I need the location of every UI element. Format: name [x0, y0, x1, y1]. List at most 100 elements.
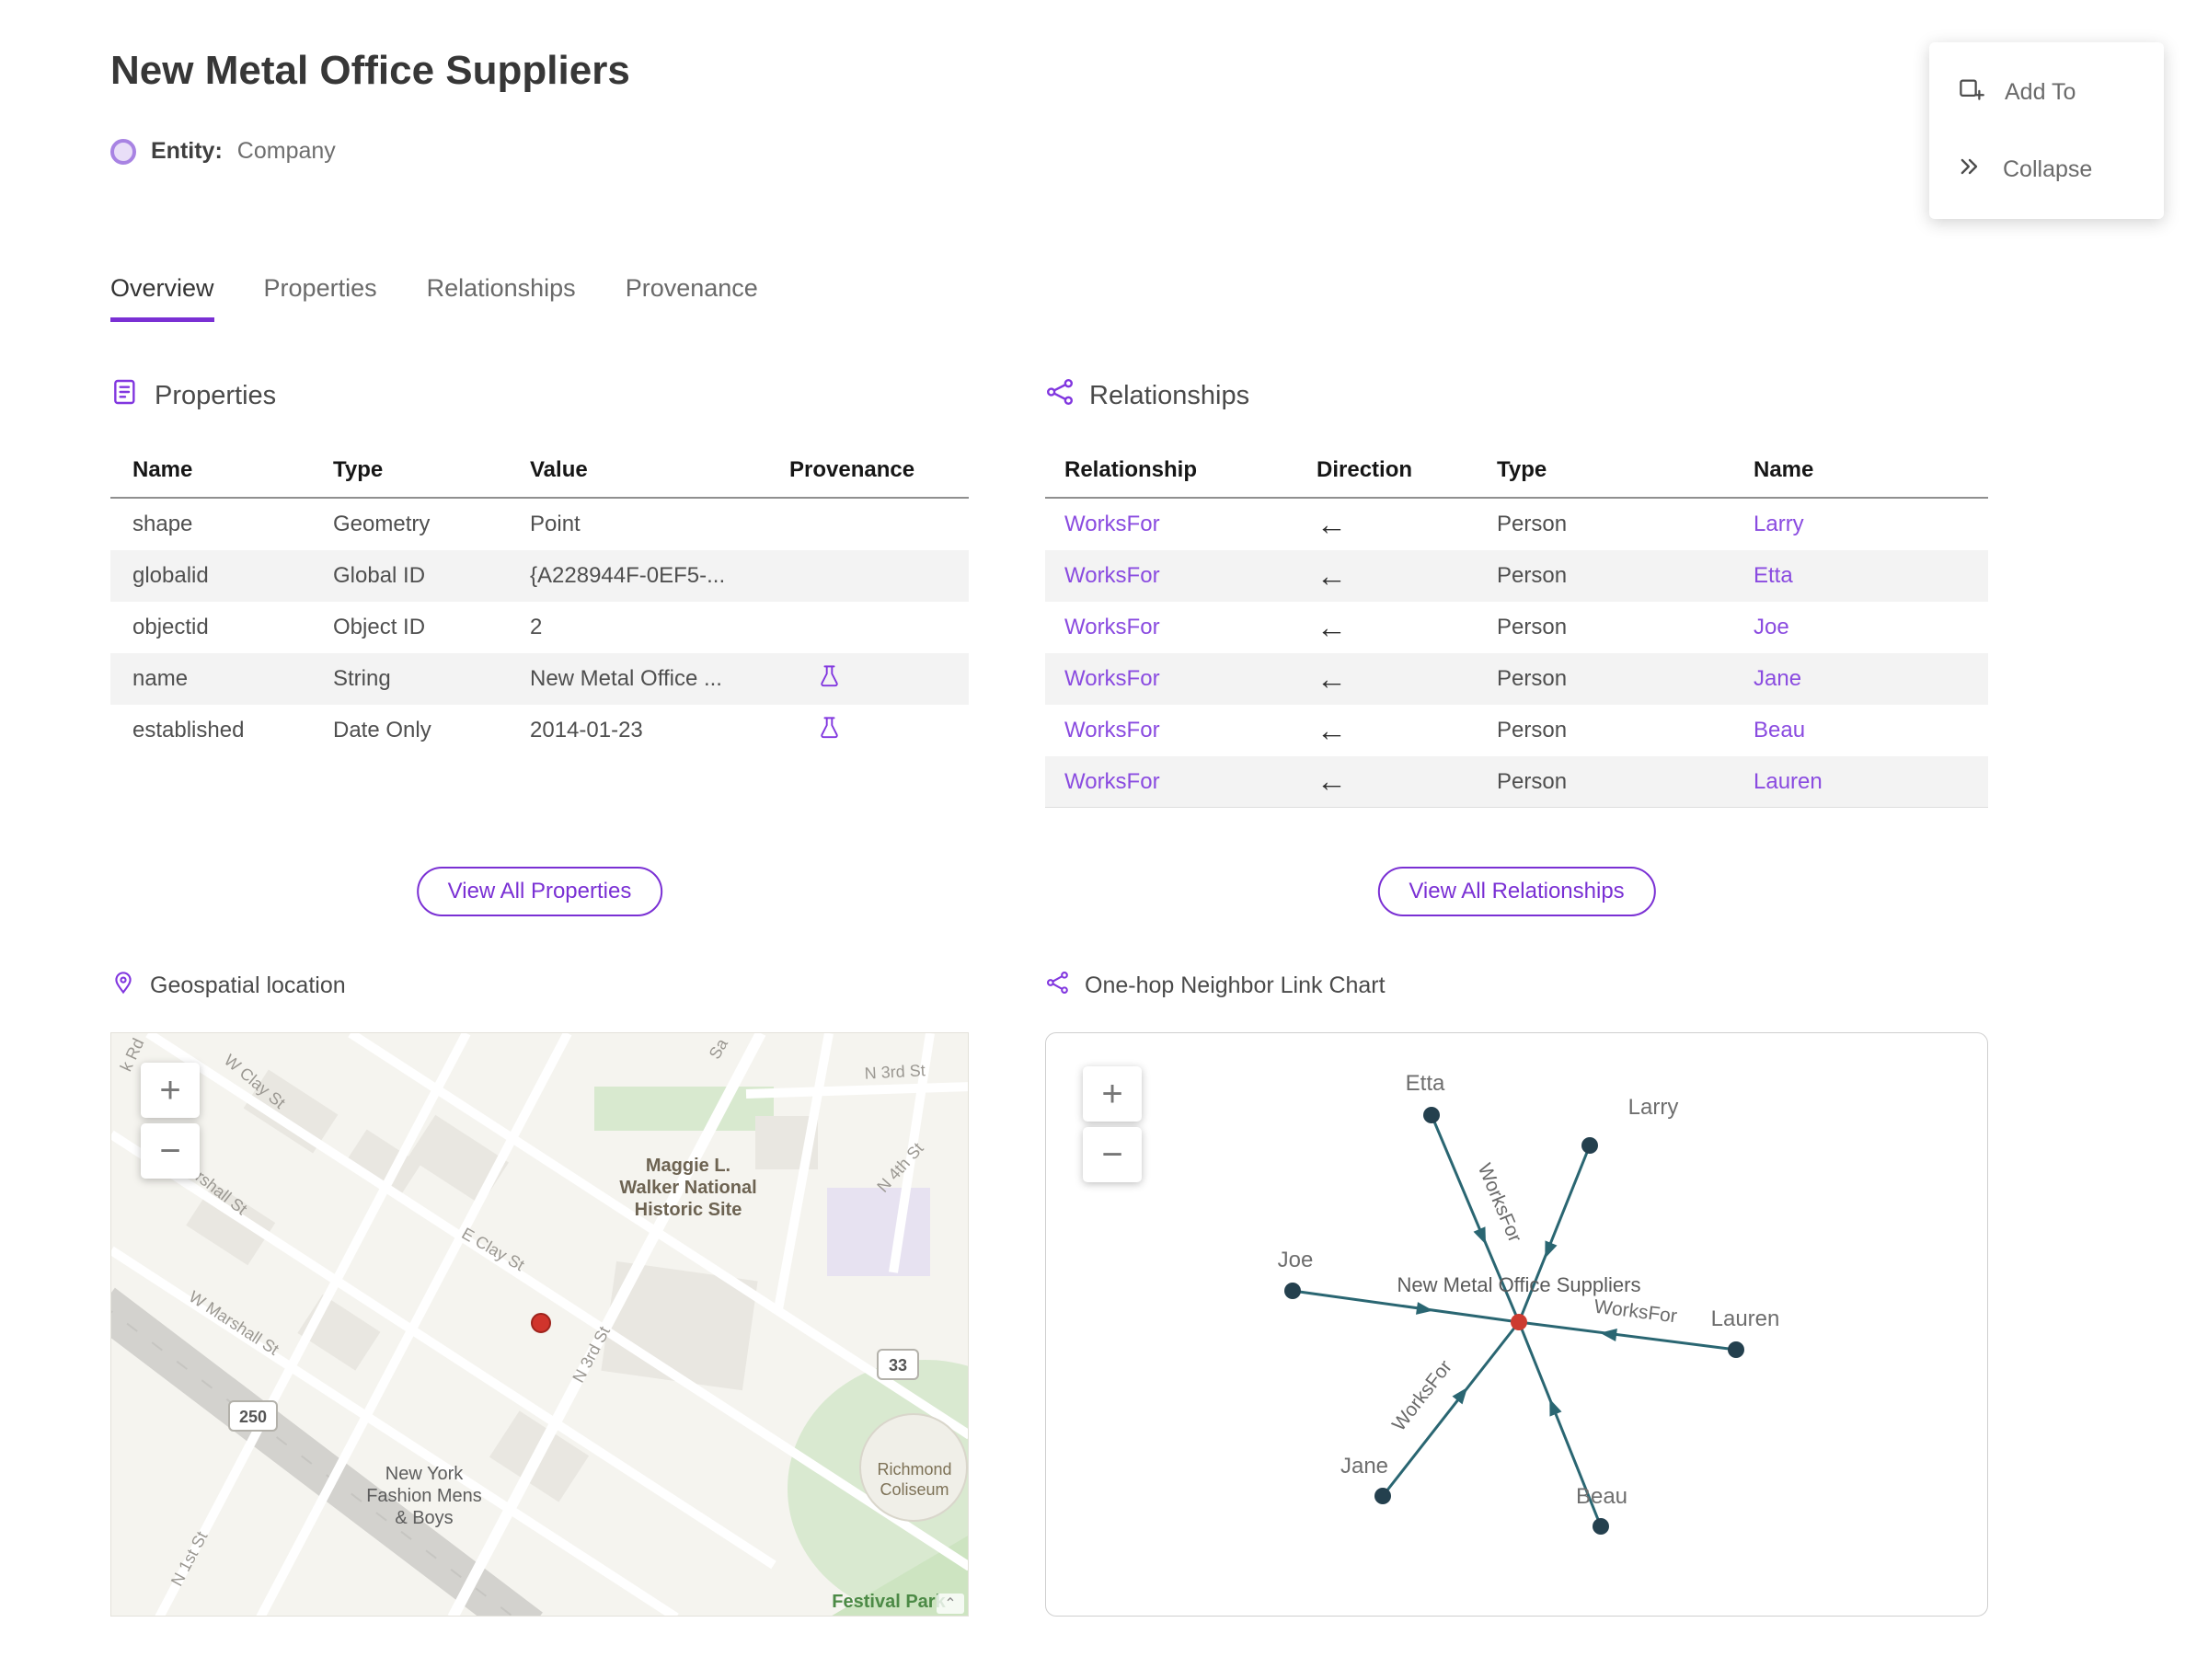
svg-text:New York: New York: [385, 1464, 464, 1484]
relationship-link[interactable]: WorksFor: [1064, 718, 1160, 742]
node-joe[interactable]: [1284, 1283, 1301, 1299]
property-name: established: [132, 718, 245, 742]
direction-arrow: ←: [1317, 609, 1347, 644]
node-larry[interactable]: [1581, 1137, 1598, 1154]
link-chart-zoom-controls: + −: [1083, 1066, 1142, 1182]
related-entity-link[interactable]: Jane: [1754, 666, 1801, 691]
property-value: 2014-01-23: [530, 718, 643, 742]
relationship-row: WorksFor ← Person Etta: [1045, 550, 1988, 602]
route-shield-250: 250: [228, 1400, 278, 1432]
related-entity-link[interactable]: Beau: [1754, 718, 1805, 742]
link-chart-zoom-in-button[interactable]: +: [1083, 1066, 1142, 1122]
property-type: Global ID: [333, 563, 426, 588]
properties-section-header: Properties: [110, 377, 276, 414]
property-value: {A228944F-0EF5-...: [530, 563, 726, 588]
related-entity-link[interactable]: Joe: [1754, 615, 1789, 639]
property-row: name String New Metal Office ...: [110, 653, 969, 705]
col-header-direction: Direction: [1317, 457, 1413, 482]
node-jane[interactable]: [1374, 1488, 1391, 1504]
link-chart-section-header: One-hop Neighbor Link Chart: [1045, 970, 1386, 1002]
properties-table-header: Name Type Value Provenance: [110, 443, 969, 499]
route-shield-33: 33: [877, 1349, 919, 1380]
direction-arrow: ←: [1317, 764, 1347, 798]
relationship-link[interactable]: WorksFor: [1064, 512, 1160, 536]
node-center-entity[interactable]: [1511, 1314, 1527, 1330]
properties-table: Name Type Value Provenance shape Geometr…: [110, 443, 969, 756]
svg-text:Fashion Mens: Fashion Mens: [366, 1486, 482, 1506]
add-to-label: Add To: [2005, 79, 2076, 105]
property-value: New Metal Office ...: [530, 666, 722, 691]
property-type: Date Only: [333, 718, 431, 742]
relationship-row: WorksFor ← Person Joe: [1045, 602, 1988, 653]
node-etta[interactable]: [1423, 1107, 1440, 1123]
provenance-flask-icon[interactable]: [817, 717, 842, 746]
link-chart-edge-labels: WorksFor WorksFor WorksFor: [1388, 1160, 1678, 1435]
col-header-relationship: Relationship: [1064, 457, 1198, 482]
direction-arrow: ←: [1317, 712, 1347, 747]
relationships-section-header: Relationships: [1045, 377, 1249, 414]
node-lauren[interactable]: [1728, 1341, 1744, 1358]
direction-arrow: ←: [1317, 506, 1347, 541]
svg-text:Richmond: Richmond: [877, 1460, 951, 1479]
related-entity-link[interactable]: Larry: [1754, 512, 1804, 536]
col-header-provenance: Provenance: [789, 457, 915, 482]
geospatial-map[interactable]: + − 250 33 k Rd Sa W Clay St arshall St …: [110, 1032, 969, 1617]
link-chart-zoom-out-button[interactable]: −: [1083, 1127, 1142, 1182]
link-chart-section-title: One-hop Neighbor Link Chart: [1085, 972, 1386, 998]
geospatial-section-title: Geospatial location: [150, 972, 346, 998]
map-civic-block: [827, 1188, 930, 1276]
link-chart[interactable]: + − WorksFor WorksFor WorksFor Etta Larr…: [1045, 1032, 1988, 1617]
svg-text:Maggie L.: Maggie L.: [646, 1156, 730, 1176]
related-entity-link[interactable]: Etta: [1754, 563, 1793, 588]
map-zoom-out-button[interactable]: −: [141, 1123, 200, 1179]
geospatial-section-header: Geospatial location: [110, 970, 346, 1002]
col-header-value: Value: [530, 457, 588, 482]
relationships-icon: [1045, 377, 1075, 414]
property-row: established Date Only 2014-01-23: [110, 705, 969, 756]
svg-text:Festival Park: Festival Park: [832, 1592, 946, 1612]
map-attribution-toggle[interactable]: ⌃: [937, 1594, 964, 1614]
property-name: shape: [132, 512, 193, 536]
relationship-row: WorksFor ← Person Beau: [1045, 705, 1988, 756]
property-type: Geometry: [333, 512, 431, 536]
svg-text:Joe: Joe: [1278, 1248, 1314, 1272]
relationships-section-title: Relationships: [1089, 380, 1250, 410]
properties-section-title: Properties: [155, 380, 277, 410]
direction-arrow: ←: [1317, 558, 1347, 593]
related-entity-link[interactable]: Lauren: [1754, 769, 1823, 794]
col-header-name: Name: [132, 457, 193, 482]
property-type: String: [333, 666, 391, 691]
properties-icon: [110, 377, 140, 414]
property-row: objectid Object ID 2: [110, 602, 969, 653]
svg-text:Jane: Jane: [1340, 1454, 1388, 1479]
map-canvas: 250 33 k Rd Sa W Clay St arshall St W Ma…: [111, 1033, 968, 1616]
svg-text:& Boys: & Boys: [395, 1508, 453, 1528]
view-all-relationships-button[interactable]: View All Relationships: [1377, 867, 1656, 916]
col-header-type: Type: [333, 457, 384, 482]
svg-text:WorksFor: WorksFor: [1388, 1356, 1456, 1435]
view-all-properties-button[interactable]: View All Properties: [416, 867, 663, 916]
center-node-label: New Metal Office Suppliers: [1397, 1273, 1641, 1296]
collapse-label: Collapse: [2003, 156, 2093, 182]
property-row: globalid Global ID {A228944F-0EF5-...: [110, 550, 969, 602]
provenance-flask-icon[interactable]: [817, 665, 842, 695]
map-zoom-in-button[interactable]: +: [141, 1063, 200, 1118]
relationship-link[interactable]: WorksFor: [1064, 563, 1160, 588]
relationship-type: Person: [1497, 615, 1568, 639]
relationship-type: Person: [1497, 512, 1568, 536]
relationship-link[interactable]: WorksFor: [1064, 666, 1160, 691]
relationship-row: WorksFor ← Person Jane: [1045, 653, 1988, 705]
relationships-table-header: Relationship Direction Type Name: [1045, 443, 1988, 499]
relationships-table: Relationship Direction Type Name WorksFo…: [1045, 443, 1988, 808]
property-type: Object ID: [333, 615, 426, 639]
node-beau[interactable]: [1593, 1518, 1609, 1535]
relationship-type: Person: [1497, 768, 1568, 794]
map-zoom-controls: + −: [141, 1063, 200, 1179]
relationship-link[interactable]: WorksFor: [1064, 769, 1160, 794]
svg-text:Etta: Etta: [1406, 1071, 1445, 1096]
map-entity-marker[interactable]: [531, 1313, 551, 1333]
svg-text:Historic Site: Historic Site: [635, 1200, 742, 1220]
link-chart-icon: [1045, 970, 1071, 1002]
property-name: globalid: [132, 563, 209, 588]
relationship-link[interactable]: WorksFor: [1064, 615, 1160, 639]
